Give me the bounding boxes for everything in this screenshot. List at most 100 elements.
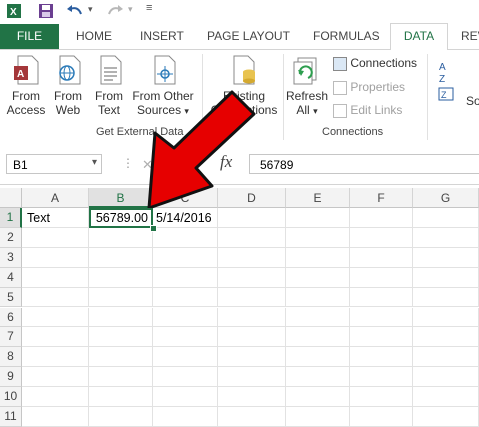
from-web-button[interactable]: From Web [50, 54, 86, 117]
cell-b4[interactable] [89, 267, 153, 288]
cell-g7[interactable] [413, 327, 479, 348]
cell-f8[interactable] [350, 347, 413, 368]
cell-e5[interactable] [286, 287, 350, 308]
column-header-c[interactable]: C [153, 188, 218, 208]
cell-d11[interactable] [218, 407, 286, 427]
cell-c11[interactable] [153, 407, 218, 427]
cell-a5[interactable] [22, 287, 89, 308]
tab-file[interactable]: FILE [0, 24, 59, 49]
cell-f2[interactable] [350, 227, 413, 248]
cell-d2[interactable] [218, 227, 286, 248]
confirm-entry-icon[interactable]: ✓ [180, 157, 191, 173]
cell-a11[interactable] [22, 407, 89, 427]
cell-e10[interactable] [286, 387, 350, 407]
cell-b11[interactable] [89, 407, 153, 427]
name-box[interactable]: B1 [6, 154, 102, 174]
name-box-dropdown-icon[interactable]: ▾ [92, 157, 97, 168]
cell-b8[interactable] [89, 347, 153, 368]
from-text-button[interactable]: From Text [91, 54, 127, 117]
cell-b10[interactable] [89, 387, 153, 407]
cell-c4[interactable] [153, 267, 218, 288]
cell-f11[interactable] [350, 407, 413, 427]
sort-button[interactable]: So [466, 94, 479, 108]
save-icon[interactable] [38, 3, 54, 19]
row-header-10[interactable]: 10 [0, 387, 22, 407]
cell-e2[interactable] [286, 227, 350, 248]
cell-b3[interactable] [89, 247, 153, 268]
cell-e7[interactable] [286, 327, 350, 348]
cell-g4[interactable] [413, 267, 479, 288]
cell-e1[interactable] [286, 208, 350, 228]
cell-d6[interactable] [218, 307, 286, 328]
cell-d7[interactable] [218, 327, 286, 348]
cell-f1[interactable] [350, 208, 413, 228]
cell-f7[interactable] [350, 327, 413, 348]
row-header-8[interactable]: 8 [0, 347, 22, 368]
cell-g6[interactable] [413, 307, 479, 328]
cell-g10[interactable] [413, 387, 479, 407]
connections-button[interactable]: Connections [333, 56, 417, 71]
cell-g5[interactable] [413, 287, 479, 308]
row-header-11[interactable]: 11 [0, 407, 22, 427]
cell-b6[interactable] [89, 307, 153, 328]
tab-data[interactable]: DATA [390, 23, 448, 51]
cell-c7[interactable] [153, 327, 218, 348]
cell-f10[interactable] [350, 387, 413, 407]
redo-dropdown-icon[interactable]: ▾ [128, 4, 133, 15]
cell-b5[interactable] [89, 287, 153, 308]
cell-c5[interactable] [153, 287, 218, 308]
cell-g1[interactable] [413, 208, 479, 228]
cell-d8[interactable] [218, 347, 286, 368]
cell-e8[interactable] [286, 347, 350, 368]
cell-a8[interactable] [22, 347, 89, 368]
column-header-a[interactable]: A [22, 188, 89, 208]
cell-e3[interactable] [286, 247, 350, 268]
sort-az-icon[interactable]: A Z Z [438, 58, 456, 102]
cell-c8[interactable] [153, 347, 218, 368]
column-header-f[interactable]: F [350, 188, 413, 208]
row-header-2[interactable]: 2 [0, 227, 22, 248]
cell-d3[interactable] [218, 247, 286, 268]
cell-g8[interactable] [413, 347, 479, 368]
cell-e11[interactable] [286, 407, 350, 427]
cell-d9[interactable] [218, 367, 286, 388]
cell-c6[interactable] [153, 307, 218, 328]
cell-g11[interactable] [413, 407, 479, 427]
cell-a4[interactable] [22, 267, 89, 288]
column-header-b[interactable]: B [89, 188, 153, 208]
cell-b7[interactable] [89, 327, 153, 348]
cell-c3[interactable] [153, 247, 218, 268]
row-header-6[interactable]: 6 [0, 307, 22, 328]
column-header-d[interactable]: D [218, 188, 286, 208]
properties-button[interactable]: Properties [333, 80, 405, 95]
cell-f6[interactable] [350, 307, 413, 328]
cell-a1[interactable]: Text [22, 208, 89, 228]
cell-b9[interactable] [89, 367, 153, 388]
tab-formulas[interactable]: FORMULAS [313, 24, 380, 49]
row-header-4[interactable]: 4 [0, 267, 22, 288]
from-access-button[interactable]: A From Access [4, 54, 48, 117]
cell-b1[interactable]: 56789.00 [89, 208, 153, 228]
cell-f5[interactable] [350, 287, 413, 308]
cell-e9[interactable] [286, 367, 350, 388]
existing-connections-button[interactable]: Existing Connections [208, 54, 280, 117]
formula-input[interactable]: 56789 [249, 154, 479, 174]
cell-a10[interactable] [22, 387, 89, 407]
cell-c9[interactable] [153, 367, 218, 388]
tab-review[interactable]: REV [461, 24, 479, 49]
cell-d4[interactable] [218, 267, 286, 288]
cell-b2[interactable] [89, 227, 153, 248]
cell-f4[interactable] [350, 267, 413, 288]
insert-function-button[interactable]: fx [220, 152, 232, 172]
undo-dropdown-icon[interactable]: ▾ [88, 4, 93, 15]
redo-icon[interactable] [106, 3, 124, 19]
row-header-1[interactable]: 1 [0, 208, 22, 228]
cell-d1[interactable] [218, 208, 286, 228]
cell-c1[interactable]: 5/14/2016 [153, 208, 218, 228]
cell-a3[interactable] [22, 247, 89, 268]
cell-c10[interactable] [153, 387, 218, 407]
cell-e6[interactable] [286, 307, 350, 328]
from-other-sources-button[interactable]: From Other Sources ▾ [130, 54, 196, 118]
row-header-9[interactable]: 9 [0, 367, 22, 388]
cell-e4[interactable] [286, 267, 350, 288]
